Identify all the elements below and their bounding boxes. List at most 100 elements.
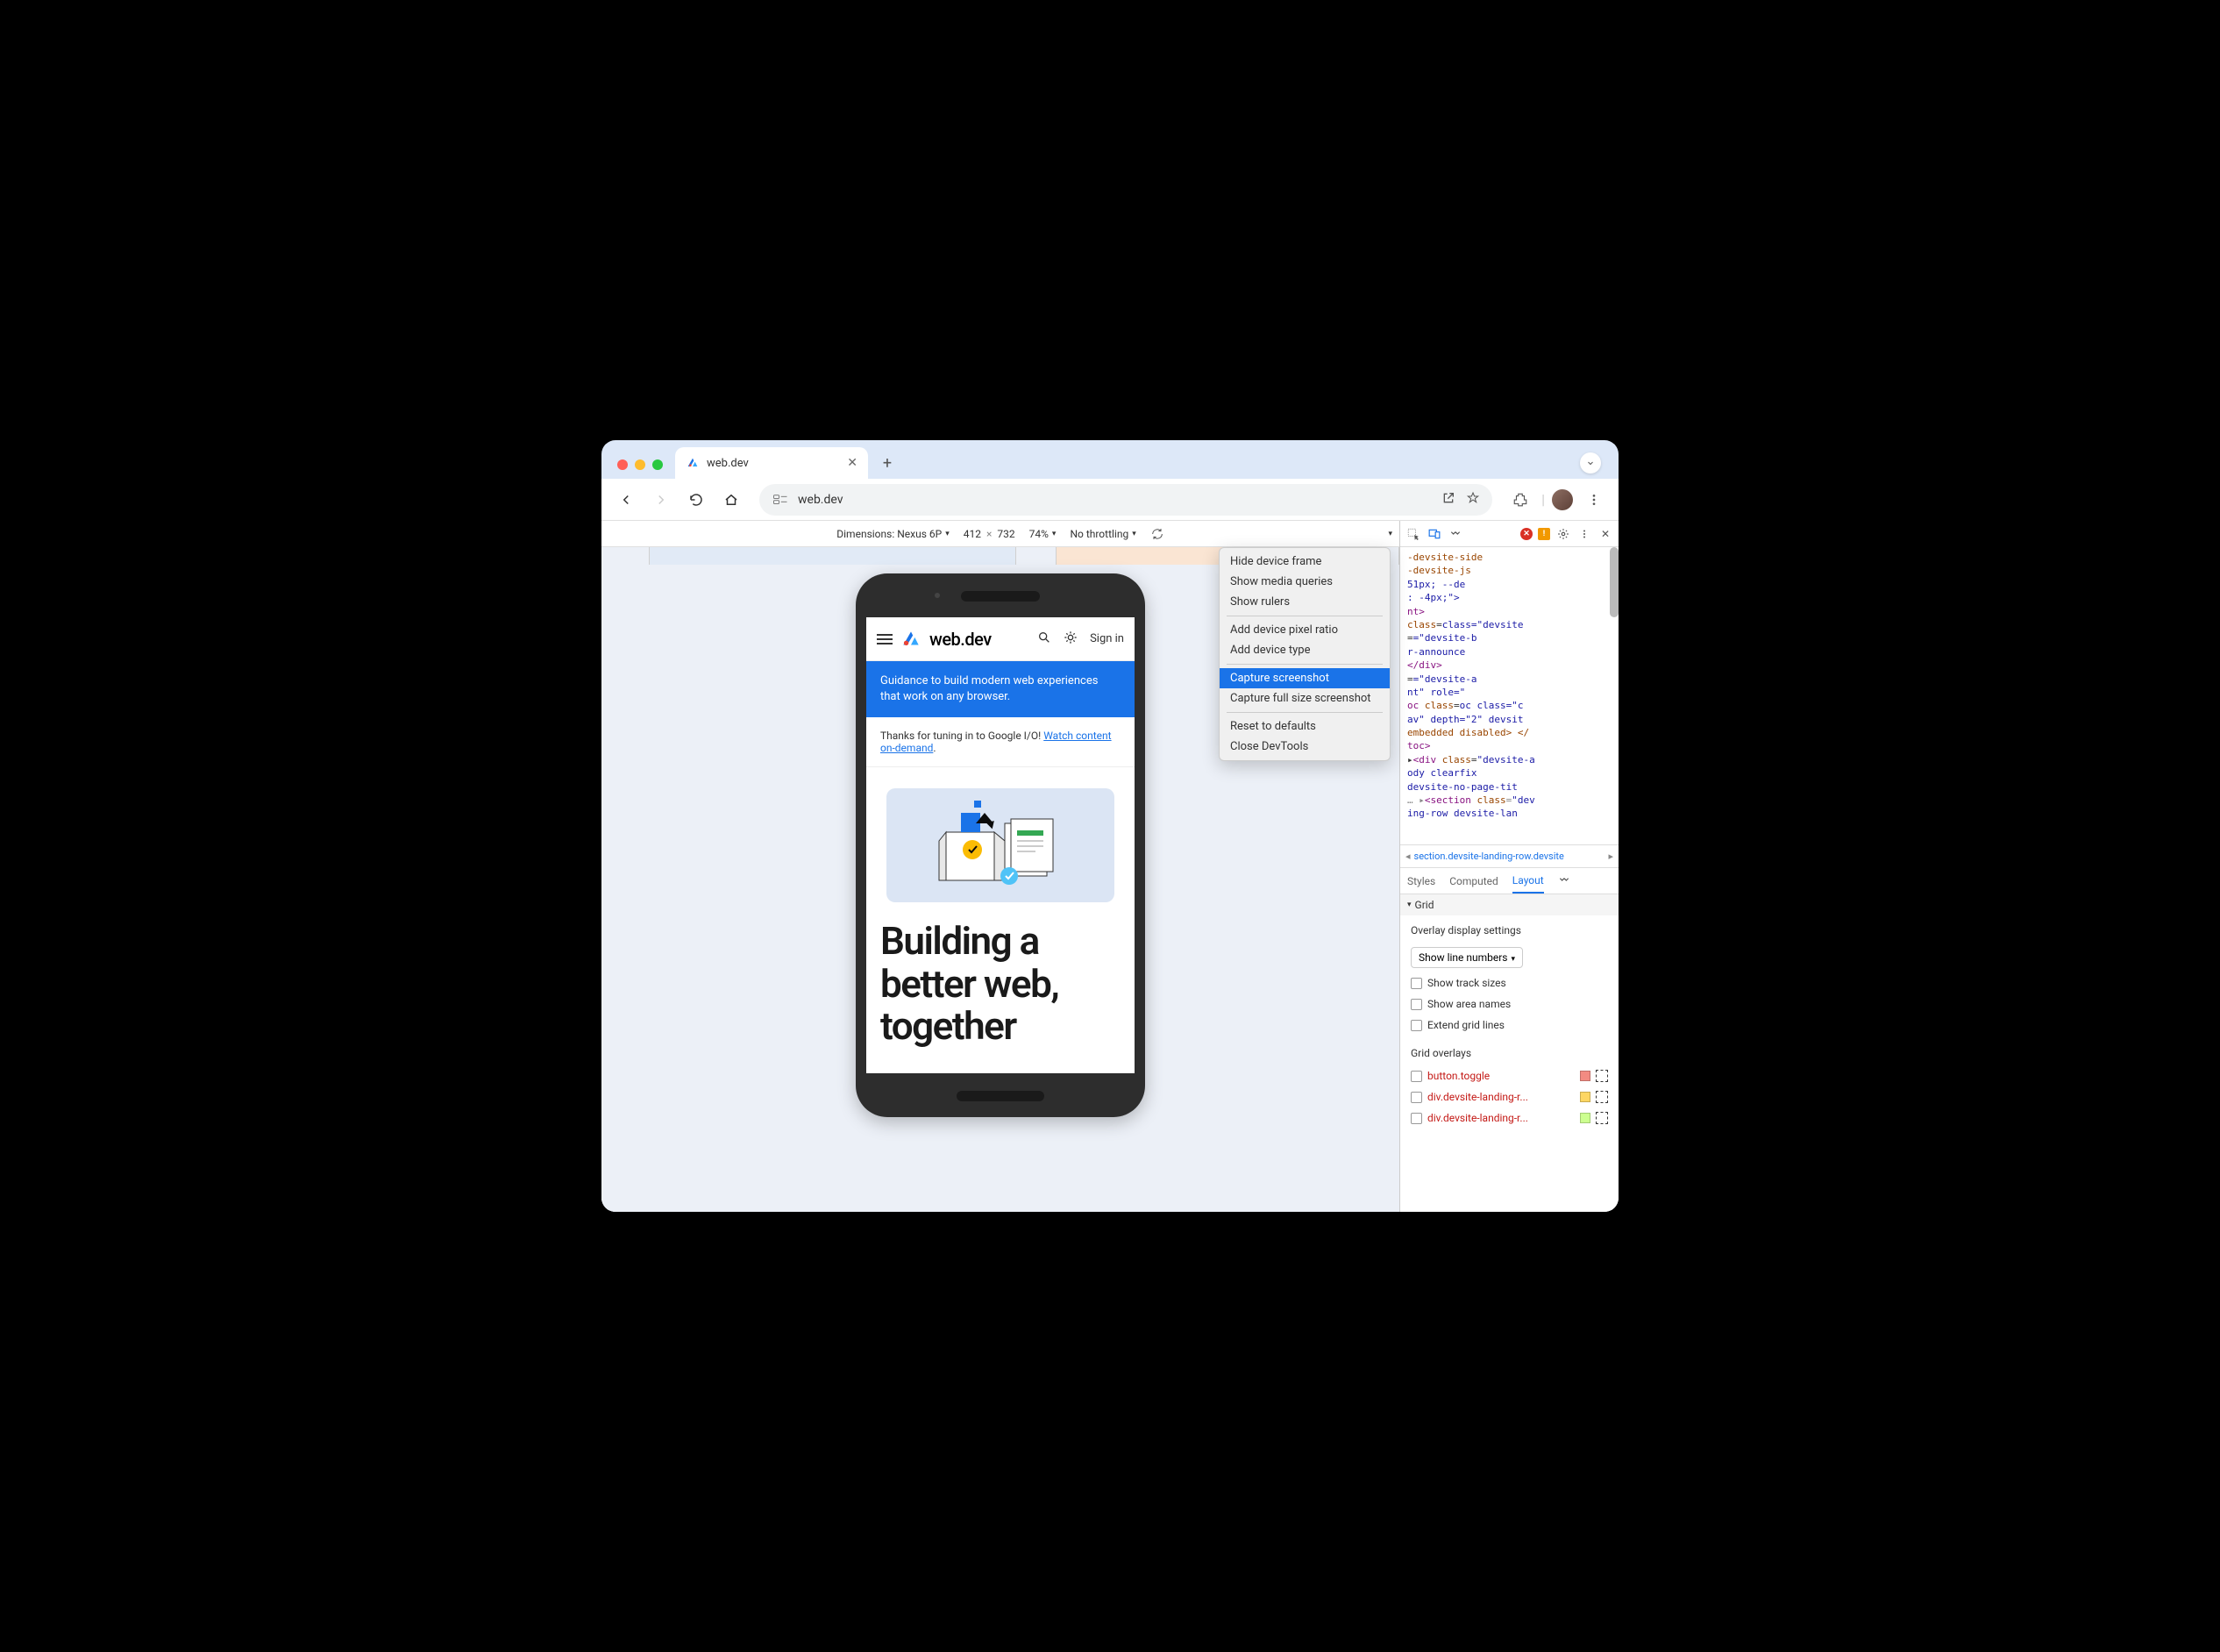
code-fragment: -devsite-side (1407, 552, 1483, 563)
color-swatch[interactable] (1580, 1092, 1590, 1102)
elements-breadcrumb[interactable]: ◂ section.devsite-landing-row.devsite ▸ (1400, 845, 1619, 868)
devtools-more-tabs[interactable] (1448, 526, 1463, 542)
hero-title: Building a better web, together (880, 920, 1121, 1047)
checkbox-area-names[interactable]: Show area names (1411, 998, 1608, 1010)
site-header: web.dev Sign in (866, 617, 1135, 661)
overlay-settings-heading: Overlay display settings (1411, 924, 1608, 936)
color-swatch[interactable] (1580, 1071, 1590, 1081)
code-fragment: class="devsite (1442, 619, 1524, 630)
rotate-button[interactable] (1150, 527, 1164, 541)
zoom-selector[interactable]: 74% (1029, 528, 1057, 540)
code-fragment: </div> (1407, 659, 1442, 671)
notice-suffix: . (933, 742, 936, 754)
checkbox-icon (1411, 1071, 1422, 1082)
overlay-highlight-icon[interactable] (1596, 1112, 1608, 1124)
device-size: 412 × 732 (964, 528, 1015, 540)
menu-show-rulers[interactable]: Show rulers (1220, 592, 1390, 612)
code-fragment: av" depth="2" devsit (1407, 714, 1523, 725)
chevron-down-icon (943, 530, 950, 538)
checkbox-label: Extend grid lines (1427, 1019, 1505, 1031)
code-fragment: r-announce (1407, 646, 1465, 658)
browser-toolbar: web.dev | (601, 479, 1619, 521)
overlay-row[interactable]: button.toggle (1411, 1070, 1608, 1082)
device-mode-icon[interactable] (1427, 526, 1442, 542)
checkbox-track-sizes[interactable]: Show track sizes (1411, 977, 1608, 989)
window-controls (612, 459, 668, 479)
search-icon[interactable] (1037, 630, 1051, 648)
devtools-menu-icon[interactable] (1576, 526, 1592, 542)
overlay-highlight-icon[interactable] (1596, 1091, 1608, 1103)
tab-close-button[interactable]: ✕ (847, 456, 857, 470)
dimensions-selector[interactable]: Dimensions: Nexus 6P (836, 528, 949, 540)
address-bar[interactable]: web.dev (759, 484, 1492, 516)
grid-section-header[interactable]: Grid (1400, 894, 1619, 915)
device-width[interactable]: 412 (964, 528, 981, 540)
crumb-scroll-right[interactable]: ▸ (1608, 851, 1613, 862)
devtools-scrollbar[interactable] (1610, 547, 1619, 617)
new-tab-button[interactable]: + (875, 451, 900, 475)
sign-in-link[interactable]: Sign in (1090, 632, 1124, 645)
elements-tree[interactable]: -devsite-side -devsite-js 51px; --de : -… (1400, 547, 1619, 845)
tab-styles[interactable]: Styles (1407, 870, 1435, 893)
home-button[interactable] (717, 486, 745, 514)
tab-bar: web.dev ✕ + (601, 440, 1619, 479)
menu-add-pixel-ratio[interactable]: Add device pixel ratio (1220, 620, 1390, 640)
chevron-down-icon (1130, 530, 1136, 538)
code-fragment: ="devsite-a (1413, 673, 1477, 685)
grid-section-body: Overlay display settings Show line numbe… (1400, 915, 1619, 1133)
browser-menu-button[interactable] (1580, 486, 1608, 514)
menu-add-device-type[interactable]: Add device type (1220, 640, 1390, 660)
color-swatch[interactable] (1580, 1113, 1590, 1123)
profile-avatar[interactable] (1552, 489, 1573, 510)
checkbox-extend-lines[interactable]: Extend grid lines (1411, 1019, 1608, 1031)
device-height[interactable]: 732 (997, 528, 1014, 540)
devtools-settings-icon[interactable] (1555, 526, 1571, 542)
site-info-icon[interactable] (772, 493, 789, 507)
maximize-window-button[interactable] (652, 459, 663, 470)
select-label: Show line numbers (1419, 951, 1508, 964)
overlay-row[interactable]: div.devsite-landing-r... (1411, 1091, 1608, 1103)
tab-title: web.dev (707, 457, 749, 470)
tab-list-chevron[interactable] (1580, 452, 1601, 474)
overlay-row[interactable]: div.devsite-landing-r... (1411, 1112, 1608, 1124)
crumb-scroll-left[interactable]: ◂ (1405, 851, 1411, 862)
forward-button[interactable] (647, 486, 675, 514)
bookmark-star-icon[interactable] (1466, 491, 1480, 509)
devtools-close-icon[interactable]: ✕ (1597, 526, 1613, 542)
inspect-element-icon[interactable] (1405, 526, 1421, 542)
close-window-button[interactable] (617, 459, 628, 470)
menu-icon[interactable] (877, 634, 893, 644)
back-button[interactable] (612, 486, 640, 514)
toolbar-separator: | (1541, 491, 1545, 508)
theme-toggle-icon[interactable] (1064, 630, 1078, 648)
device-toolbar-more[interactable] (1386, 530, 1392, 538)
checkbox-label: Show track sizes (1427, 977, 1506, 989)
tab-computed[interactable]: Computed (1449, 870, 1498, 893)
site-logo-icon (900, 628, 922, 651)
content-area: Dimensions: Nexus 6P 412 × 732 74% No th… (601, 521, 1619, 1212)
menu-show-media[interactable]: Show media queries (1220, 572, 1390, 592)
line-numbers-select[interactable]: Show line numbers (1411, 947, 1523, 968)
checkbox-icon (1411, 999, 1422, 1010)
throttling-selector[interactable]: No throttling (1070, 528, 1135, 540)
devtools-more-subtabs[interactable] (1558, 870, 1570, 893)
menu-capture-screenshot[interactable]: Capture screenshot (1220, 668, 1390, 688)
grid-overlays-heading: Grid overlays (1411, 1047, 1608, 1059)
open-external-icon[interactable] (1441, 491, 1455, 509)
browser-window: web.dev ✕ + web.dev (601, 440, 1619, 1212)
menu-reset[interactable]: Reset to defaults (1220, 716, 1390, 737)
reload-button[interactable] (682, 486, 710, 514)
overlay-highlight-icon[interactable] (1596, 1070, 1608, 1082)
tab-layout[interactable]: Layout (1512, 869, 1544, 894)
overlay-label: div.devsite-landing-r... (1427, 1112, 1575, 1124)
code-fragment: devsite-no-page-tit (1407, 781, 1518, 793)
browser-tab[interactable]: web.dev ✕ (675, 447, 868, 479)
menu-hide-frame[interactable]: Hide device frame (1220, 552, 1390, 572)
extensions-button[interactable] (1506, 486, 1534, 514)
warnings-badge[interactable]: ! (1538, 528, 1550, 540)
hero-illustration (886, 788, 1114, 902)
minimize-window-button[interactable] (635, 459, 645, 470)
errors-badge[interactable]: ✕ (1520, 528, 1533, 540)
menu-capture-full[interactable]: Capture full size screenshot (1220, 688, 1390, 709)
menu-close-devtools[interactable]: Close DevTools (1220, 737, 1390, 757)
